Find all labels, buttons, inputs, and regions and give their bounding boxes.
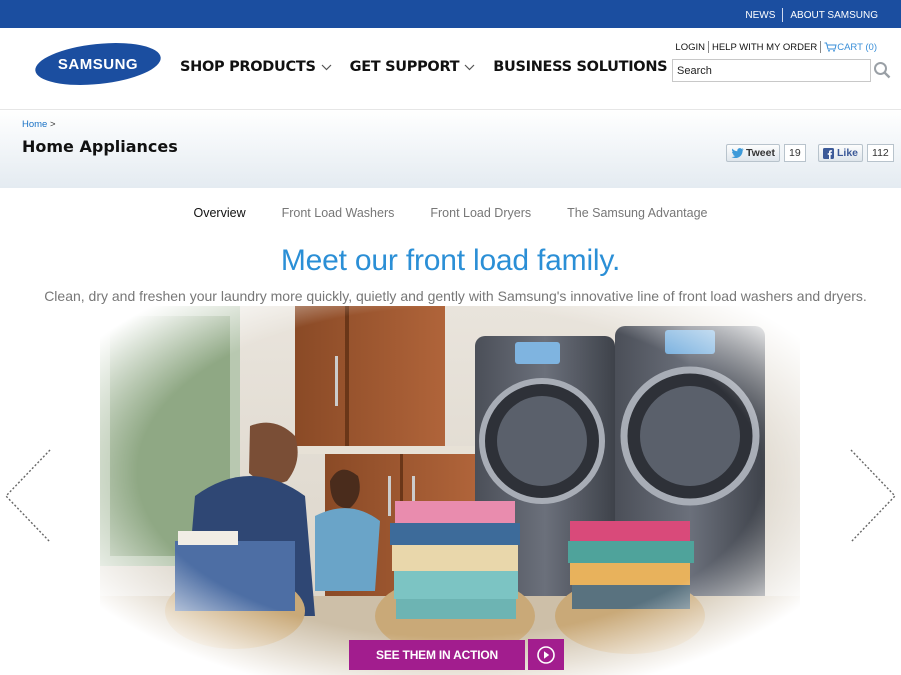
chevron-down-icon bbox=[321, 64, 332, 70]
search-icon[interactable] bbox=[873, 61, 891, 79]
nav-get-support[interactable]: GET SUPPORT bbox=[350, 59, 476, 75]
cart-icon bbox=[824, 42, 837, 52]
carousel-next-arrow[interactable] bbox=[847, 448, 899, 544]
samsung-logo[interactable]: SAMSUNG bbox=[34, 42, 162, 86]
breadcrumb-home[interactable]: Home bbox=[22, 119, 47, 130]
chevron-down-icon bbox=[464, 64, 475, 70]
hero-image bbox=[100, 306, 800, 675]
page-title: Home Appliances bbox=[22, 137, 178, 156]
news-link[interactable]: NEWS bbox=[738, 10, 782, 21]
logo-text: SAMSUNG bbox=[58, 56, 138, 73]
search-input[interactable] bbox=[672, 59, 871, 82]
top-utility-bar: NEWS ABOUT SAMSUNG bbox=[0, 0, 901, 28]
nav-label: GET SUPPORT bbox=[349, 59, 460, 75]
play-video-button[interactable] bbox=[528, 639, 564, 670]
play-icon bbox=[537, 645, 555, 664]
nav-shop-products[interactable]: SHOP PRODUCTS bbox=[180, 59, 332, 75]
like-count: 112 bbox=[867, 144, 894, 162]
tweet-widget: Tweet 19 bbox=[726, 144, 806, 162]
login-link[interactable]: LOGIN bbox=[675, 42, 705, 53]
nav-label: BUSINESS SOLUTIONS bbox=[493, 59, 668, 75]
like-widget: Like 112 bbox=[818, 144, 894, 162]
tweet-label: Tweet bbox=[746, 147, 775, 159]
divider bbox=[707, 41, 709, 53]
tweet-count: 19 bbox=[783, 144, 806, 162]
breadcrumb-band: Home > Home Appliances Tweet 19 Like 112 bbox=[0, 110, 901, 188]
about-samsung-link[interactable]: ABOUT SAMSUNG bbox=[783, 10, 885, 21]
tweet-button[interactable]: Tweet bbox=[726, 144, 780, 162]
twitter-bird-icon bbox=[731, 148, 744, 158]
tab-front-load-washers[interactable]: Front Load Washers bbox=[282, 206, 395, 220]
breadcrumb-separator: > bbox=[49, 119, 56, 130]
tab-front-load-dryers[interactable]: Front Load Dryers bbox=[430, 206, 531, 220]
facebook-icon bbox=[823, 147, 834, 159]
tab-samsung-advantage[interactable]: The Samsung Advantage bbox=[567, 206, 707, 220]
cart-link[interactable]: CART (0) bbox=[824, 42, 877, 53]
help-order-link[interactable]: HELP WITH MY ORDER bbox=[712, 42, 817, 53]
top-links: NEWS ABOUT SAMSUNG bbox=[738, 8, 885, 22]
section-tabs: Overview Front Load Washers Front Load D… bbox=[0, 206, 901, 220]
carousel-prev-arrow[interactable] bbox=[2, 448, 54, 544]
see-them-in-action-button[interactable]: SEE THEM IN ACTION bbox=[349, 640, 525, 670]
nav-business-solutions[interactable]: BUSINESS SOLUTIONS bbox=[493, 59, 667, 75]
cart-label: CART (0) bbox=[837, 41, 877, 53]
account-links: LOGIN HELP WITH MY ORDER CART (0) bbox=[675, 41, 877, 53]
like-button[interactable]: Like bbox=[818, 144, 864, 162]
breadcrumb: Home > bbox=[22, 119, 56, 130]
divider bbox=[820, 41, 822, 53]
hero-subline: Clean, dry and freshen your laundry more… bbox=[44, 288, 867, 304]
hero-headline: Meet our front load family. bbox=[280, 244, 621, 277]
like-label: Like bbox=[837, 147, 859, 159]
nav-label: SHOP PRODUCTS bbox=[180, 59, 316, 75]
tab-overview[interactable]: Overview bbox=[194, 206, 246, 220]
main-nav: SHOP PRODUCTS GET SUPPORT BUSINESS SOLUT… bbox=[180, 59, 685, 75]
site-header: SAMSUNG SHOP PRODUCTS GET SUPPORT BUSINE… bbox=[0, 28, 901, 110]
